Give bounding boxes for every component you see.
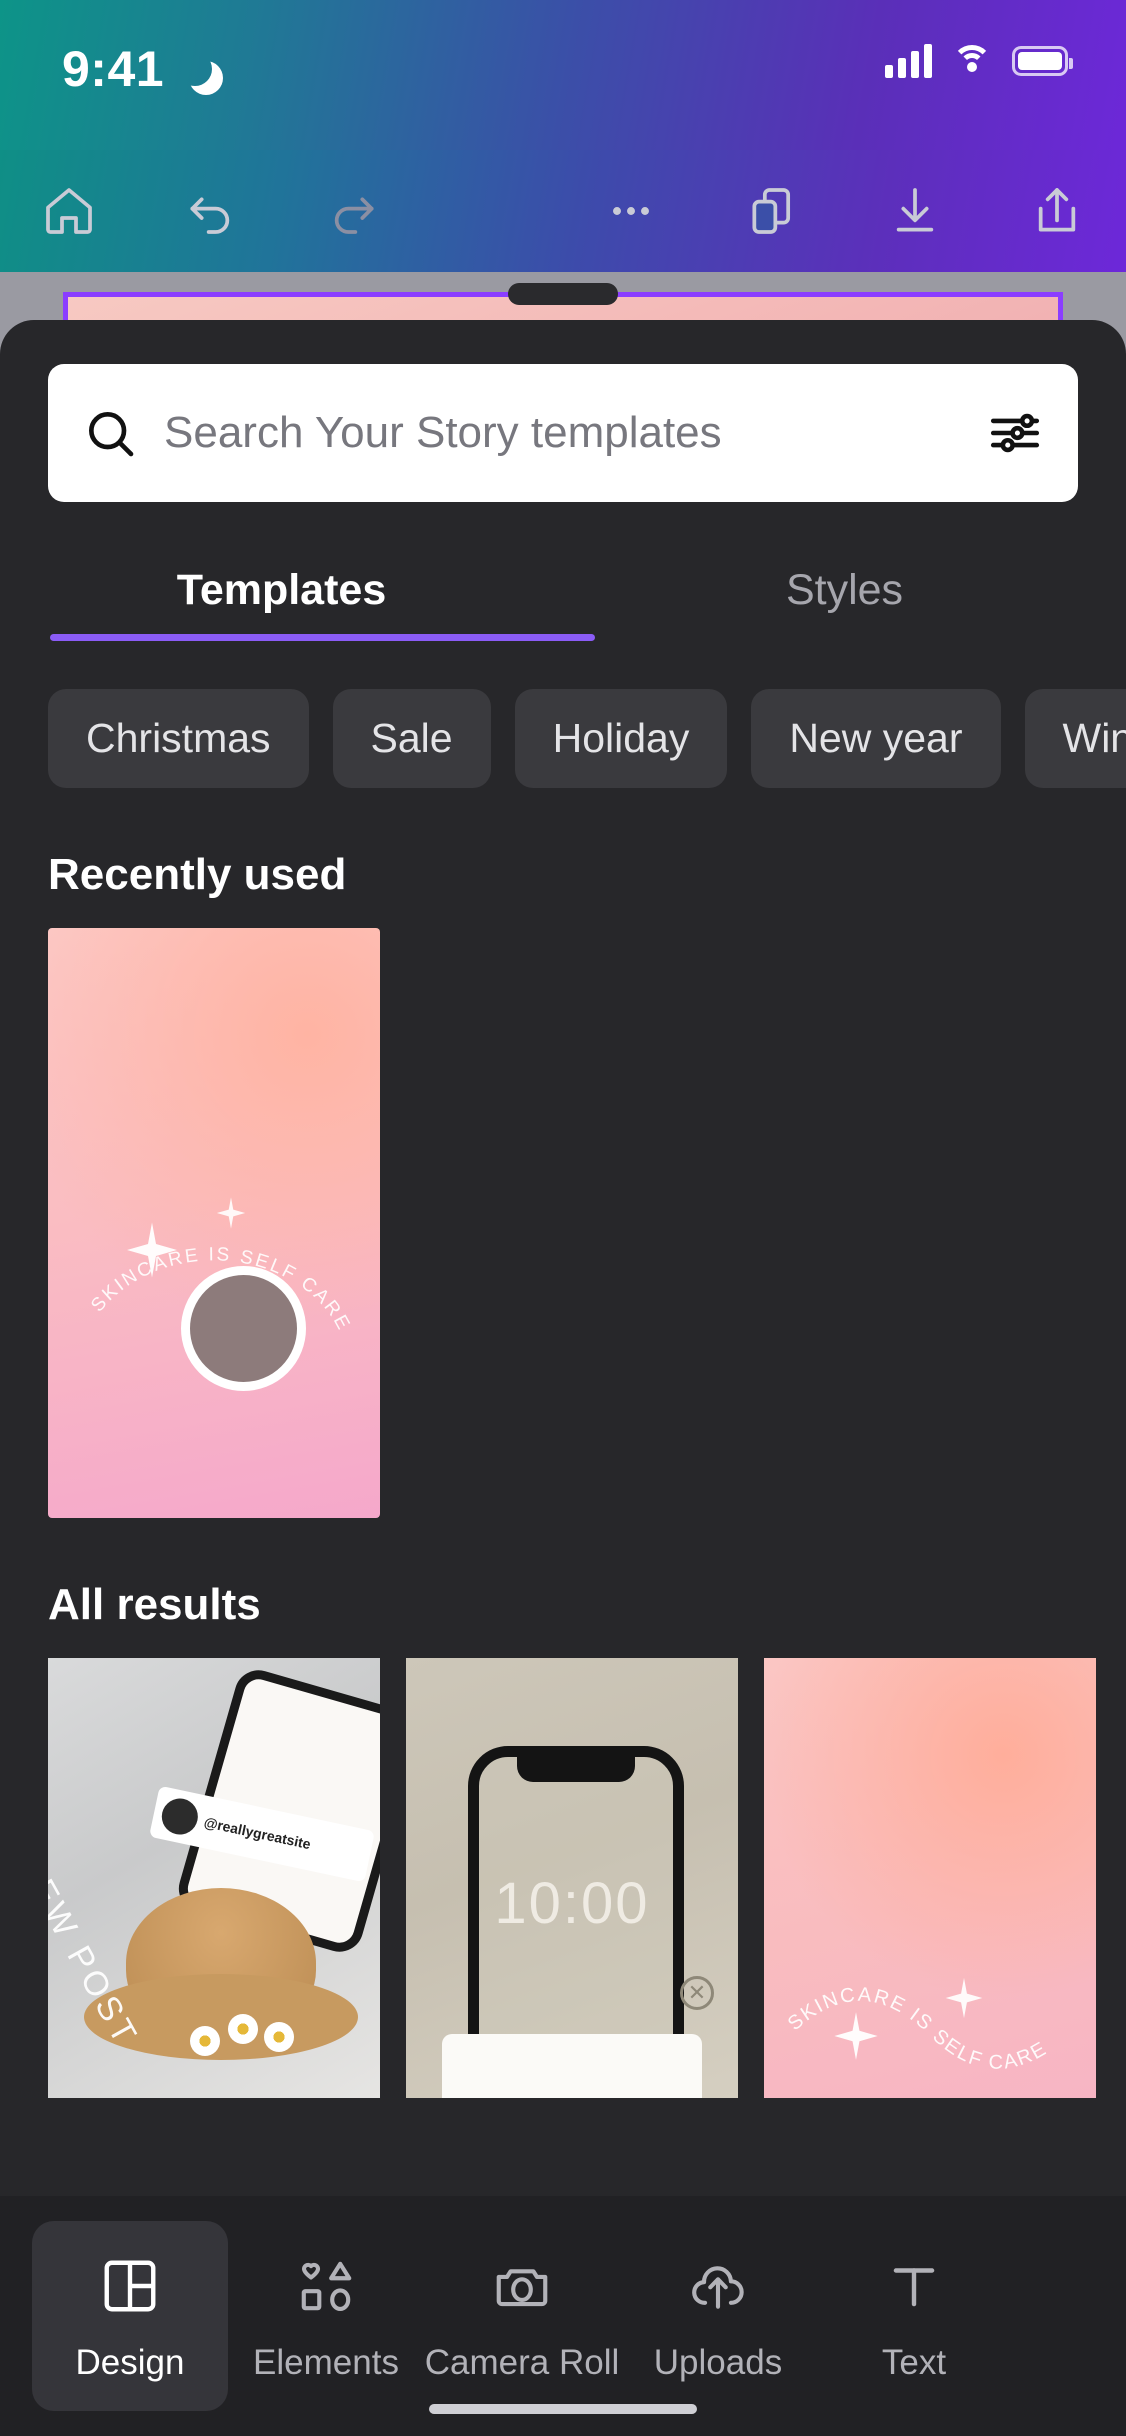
layout-design-icon	[99, 2249, 161, 2323]
chip-holiday[interactable]: Holiday	[514, 689, 728, 788]
search-icon	[82, 405, 138, 461]
pages-icon[interactable]	[730, 168, 816, 254]
home-indicator	[429, 2404, 697, 2414]
template-card-phone-mockup[interactable]: 10:00 ✕	[406, 1658, 738, 2098]
template-photo-placeholder	[181, 1266, 306, 1391]
wifi-icon	[952, 45, 992, 77]
white-card-prop	[442, 2034, 702, 2098]
toolbar-right-group	[588, 168, 1100, 254]
template-card-new-post[interactable]: @reallygreatsite NEW POST	[48, 1658, 380, 2098]
template-card-skincare-gradient[interactable]: SKINCARE IS SELF CARE	[764, 1658, 1096, 2098]
search-bar[interactable]	[48, 364, 1078, 502]
status-bar-time-group: 9:41	[62, 40, 212, 98]
text-icon	[883, 2249, 945, 2323]
tab-active-underline	[50, 634, 595, 641]
bottom-navigation: Design Elements Camera Roll Uploads Text	[0, 2196, 1126, 2436]
template-handle-label: @reallygreatsite	[202, 1813, 313, 1853]
templates-panel: Templates Styles Christmas Sale Holiday …	[0, 320, 1126, 2320]
chip-new-year[interactable]: New year	[751, 689, 1001, 788]
nav-label-camera-roll: Camera Roll	[424, 2343, 620, 2382]
shapes-elements-icon	[295, 2249, 357, 2323]
camera-icon	[491, 2249, 553, 2323]
download-icon[interactable]	[872, 168, 958, 254]
all-results-grid: @reallygreatsite NEW POST 10:00 ✕ SKINCA…	[0, 1658, 1126, 2098]
nav-item-text[interactable]: Text	[816, 2221, 1012, 2411]
template-label-time: 10:00	[494, 1871, 650, 1936]
nav-label-text: Text	[881, 2343, 947, 2382]
avatar	[158, 1795, 202, 1838]
sparkle-icon-small	[216, 1197, 246, 1229]
chip-christmas[interactable]: Christmas	[48, 689, 309, 788]
nav-item-uploads[interactable]: Uploads	[620, 2221, 816, 2411]
hat-prop	[84, 1888, 358, 2060]
daisy-icon	[228, 2014, 258, 2044]
nav-label-uploads: Uploads	[653, 2343, 783, 2382]
status-bar-indicators	[885, 44, 1073, 78]
sparkle-icon	[834, 2012, 878, 2060]
sparkle-icon	[127, 1222, 177, 1278]
filter-sliders-icon[interactable]	[986, 404, 1044, 462]
nav-item-elements[interactable]: Elements	[228, 2221, 424, 2411]
daisy-icon	[264, 2022, 294, 2052]
nav-label-design: Design	[75, 2343, 185, 2382]
editor-toolbar	[0, 150, 1126, 272]
panel-tabs: Templates Styles	[0, 548, 1126, 641]
tab-templates[interactable]: Templates	[0, 548, 563, 641]
svg-text:SKINCARE IS SELF CARE: SKINCARE IS SELF CARE	[784, 1984, 1051, 2074]
share-icon[interactable]	[1014, 168, 1100, 254]
nav-item-design[interactable]: Design	[32, 2221, 228, 2411]
daisy-icon	[190, 2026, 220, 2056]
nav-item-camera-roll[interactable]: Camera Roll	[424, 2221, 620, 2411]
page-drag-handle[interactable]	[508, 283, 618, 305]
recently-used-row: SKINCARE IS SELF CARE	[0, 928, 1126, 1518]
section-title-all-results: All results	[48, 1580, 261, 1629]
status-bar-clock: 9:41	[62, 41, 165, 97]
redo-icon[interactable]	[310, 168, 396, 254]
search-input[interactable]	[138, 408, 986, 458]
template-card-recent-skincare[interactable]: SKINCARE IS SELF CARE	[48, 928, 380, 1518]
arc-caption: SKINCARE IS SELF CARE	[784, 1984, 1051, 2074]
phone-notch	[517, 1755, 635, 1782]
home-icon[interactable]	[26, 168, 112, 254]
toolbar-left-group	[26, 168, 396, 254]
crescent-moon-icon	[178, 52, 212, 86]
close-circle-icon: ✕	[680, 1976, 714, 2010]
cloud-upload-icon	[687, 2249, 749, 2323]
undo-icon[interactable]	[168, 168, 254, 254]
tab-styles[interactable]: Styles	[563, 548, 1126, 641]
battery-full-icon	[1012, 46, 1073, 76]
sparkle-icon-small	[945, 1977, 983, 2019]
cellular-signal-icon	[885, 44, 932, 78]
more-options-icon[interactable]	[588, 168, 674, 254]
nav-label-elements: Elements	[253, 2343, 399, 2382]
chip-sale[interactable]: Sale	[332, 689, 491, 788]
phone-screen: 9:41 Search Your Story templates Templat…	[0, 0, 1126, 2436]
chip-winter[interactable]: Winter	[1024, 689, 1126, 788]
category-chip-row[interactable]: Christmas Sale Holiday New year Winter	[0, 641, 1126, 788]
section-title-recently-used: Recently used	[48, 850, 347, 899]
